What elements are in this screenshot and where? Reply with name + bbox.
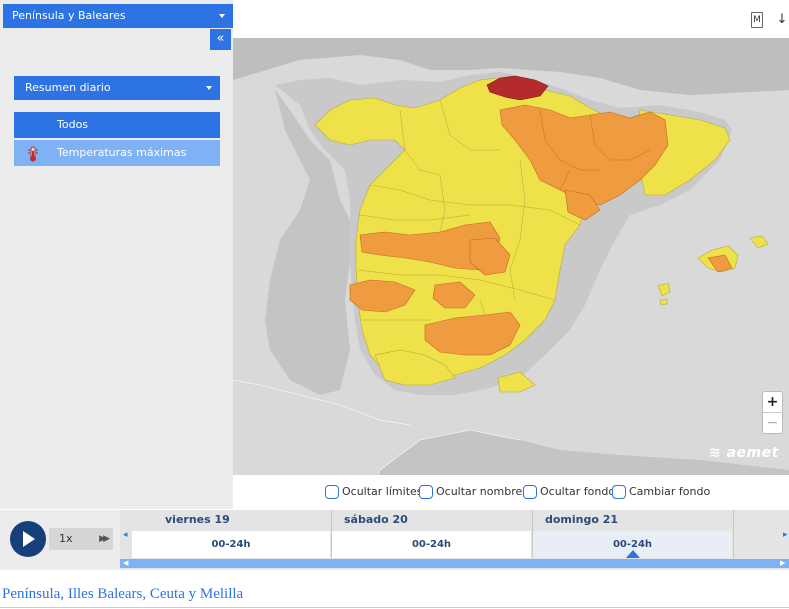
layer-label: Todos <box>57 118 89 131</box>
timeline-scrollbar[interactable] <box>120 559 789 568</box>
layer-item-max-temperatures[interactable]: Temperaturas máximas <box>14 140 220 166</box>
ibiza <box>657 282 671 297</box>
chevron-down-icon <box>206 86 212 90</box>
day-label-sunday: domingo 21 <box>545 513 619 526</box>
summary-select-label: Resumen diario <box>25 81 111 94</box>
scroll-right-icon[interactable]: ▶ <box>780 559 785 568</box>
layer-item-todos[interactable]: Todos <box>14 112 220 138</box>
layer-label: Temperaturas máximas <box>57 146 187 159</box>
option-hide-background[interactable]: Ocultar fondo <box>523 484 615 500</box>
chevron-down-icon <box>219 14 225 18</box>
aemet-logo: ≋ aemet <box>709 445 779 461</box>
timeline-divider <box>733 510 734 558</box>
zoom-in-button[interactable]: + <box>763 392 782 413</box>
option-label: Cambiar fondo <box>629 485 711 498</box>
option-hide-names[interactable]: Ocultar nombres <box>419 484 528 500</box>
divider <box>0 607 789 608</box>
speed-value: 1x <box>59 532 73 545</box>
thermometer-icon <box>28 146 38 162</box>
menorca <box>749 235 769 249</box>
zoom-out-button[interactable]: − <box>763 413 782 433</box>
play-icon <box>23 531 35 547</box>
collapse-panel-button[interactable]: « <box>210 29 231 50</box>
aemet-logo-mark: ≋ <box>709 445 727 461</box>
region-select[interactable]: Península y Baleares <box>3 4 233 28</box>
m-format-icon[interactable]: M <box>751 12 763 28</box>
checkbox[interactable] <box>612 485 626 499</box>
timeline-position-marker[interactable] <box>626 550 640 558</box>
timeline-next-icon[interactable]: ▸ <box>783 530 788 540</box>
option-change-background[interactable]: Cambiar fondo <box>612 484 710 500</box>
warnings-map[interactable] <box>233 38 789 475</box>
option-label: Ocultar fondo <box>540 485 616 498</box>
aemet-logo-text: aemet <box>726 445 779 461</box>
checkbox[interactable] <box>523 485 537 499</box>
period-cell-saturday[interactable]: 00-24h <box>332 531 531 558</box>
checkbox[interactable] <box>419 485 433 499</box>
option-hide-limits[interactable]: Ocultar límites <box>325 484 423 500</box>
period-cell-friday[interactable]: 00-24h <box>132 531 330 558</box>
fast-forward-icon[interactable]: ▶▶ <box>99 528 110 550</box>
timeline-prev-icon[interactable]: ◂ <box>123 530 128 540</box>
option-label: Ocultar límites <box>342 485 423 498</box>
page-title: Península, Illes Balears, Ceuta y Melill… <box>2 586 244 602</box>
region-select-label: Península y Baleares <box>12 9 126 22</box>
option-label: Ocultar nombres <box>436 485 528 498</box>
download-icon[interactable]: ↓ <box>776 12 788 28</box>
summary-select[interactable]: Resumen diario <box>14 76 220 100</box>
formentera <box>659 298 668 306</box>
day-label-friday: viernes 19 <box>165 513 230 526</box>
checkbox[interactable] <box>325 485 339 499</box>
zoom-control: + − <box>762 391 783 434</box>
speed-control[interactable]: 1x ▶▶ <box>49 528 113 550</box>
day-label-saturday: sábado 20 <box>344 513 408 526</box>
scroll-left-icon[interactable]: ◀ <box>123 559 128 568</box>
map-canvas <box>233 38 789 475</box>
